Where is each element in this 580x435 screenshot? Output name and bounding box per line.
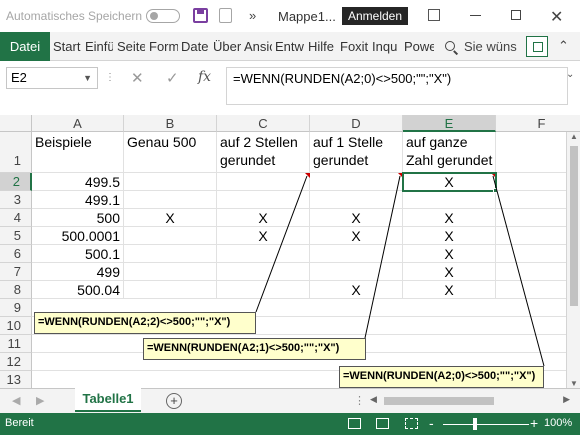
- document-title: Mappe1...: [278, 9, 336, 24]
- status-bar: Bereit - + 100%: [0, 413, 580, 435]
- touch-mode-icon[interactable]: [219, 8, 232, 23]
- expand-formula-bar-icon[interactable]: ⌄: [566, 69, 574, 80]
- cancel-icon[interactable]: ✕: [131, 69, 144, 87]
- collapse-ribbon-icon[interactable]: ⌃: [558, 38, 569, 54]
- tab-inquire[interactable]: Inqu: [372, 32, 400, 61]
- formula-bar: E2 ▼ ⋮ ✕ ✓ fx =WENN(RUNDEN(A2;0)<>500;""…: [0, 61, 580, 115]
- tab-formulas[interactable]: Form: [149, 32, 178, 61]
- normal-view-icon[interactable]: [348, 418, 361, 429]
- page-break-view-icon[interactable]: [405, 418, 418, 429]
- scroll-down-icon[interactable]: ▼: [570, 379, 578, 388]
- maximize-button[interactable]: [511, 10, 521, 20]
- tab-developer[interactable]: Entw: [275, 32, 305, 61]
- ribbon-display-options-icon[interactable]: [428, 9, 440, 21]
- tab-help[interactable]: Hilfe: [308, 32, 335, 61]
- tab-data[interactable]: Date: [181, 32, 209, 61]
- tab-view[interactable]: Ansic: [244, 32, 272, 61]
- tab-review[interactable]: Über: [213, 32, 241, 61]
- page-layout-view-icon[interactable]: [376, 418, 389, 429]
- comment-callout-c2[interactable]: =WENN(RUNDEN(A2;2)<>500;"";"X"): [34, 312, 256, 334]
- signin-button[interactable]: Anmelden: [342, 7, 408, 25]
- title-bar: Automatisches Speichern » Mappe1... Anme…: [0, 0, 580, 32]
- tell-me-search[interactable]: Sie wüns: [464, 32, 517, 61]
- tab-file[interactable]: Datei: [0, 32, 50, 61]
- zoom-slider[interactable]: [443, 424, 529, 425]
- zoom-level[interactable]: 100%: [544, 417, 572, 429]
- close-button[interactable]: ✕: [550, 7, 563, 27]
- tab-page-layout[interactable]: Seite: [117, 32, 145, 61]
- horizontal-scroll-thumb[interactable]: [384, 397, 494, 405]
- formula-input[interactable]: =WENN(RUNDEN(A2;0)<>500;"";"X"): [226, 67, 568, 105]
- comment-callout-e2[interactable]: =WENN(RUNDEN(A2;0)<>500;"";"X"): [339, 366, 544, 388]
- zoom-slider-thumb[interactable]: [473, 418, 477, 430]
- enter-icon[interactable]: ✓: [166, 69, 179, 87]
- minimize-button[interactable]: [470, 15, 481, 16]
- tab-start[interactable]: Start: [53, 32, 81, 61]
- tab-foxit[interactable]: Foxit: [340, 32, 368, 61]
- scroll-left-icon[interactable]: ◀: [370, 394, 377, 405]
- resize-handle-icon[interactable]: ⋮: [105, 72, 115, 83]
- comment-callout-d2[interactable]: =WENN(RUNDEN(A2;1)<>500;"";"X"): [143, 338, 366, 360]
- worksheet-grid: A B C D E F 1 2 3 4 5 6 7 8 9 10 11 12 1…: [0, 115, 580, 388]
- tab-split-handle-icon[interactable]: ⋮: [354, 394, 365, 407]
- connector-line-e2: [492, 175, 545, 367]
- insert-function-icon[interactable]: fx: [198, 69, 211, 85]
- quick-access-more-icon[interactable]: »: [249, 8, 256, 23]
- zoom-out-button[interactable]: -: [429, 415, 434, 431]
- sheet-tabs-bar: ◀ ▶ Tabelle1 + ⋮ ◀ ▶: [0, 388, 580, 413]
- save-icon[interactable]: [193, 8, 208, 23]
- name-box[interactable]: E2 ▼: [6, 67, 98, 89]
- add-sheet-icon[interactable]: +: [166, 393, 182, 409]
- connector-line-c2: [255, 175, 308, 313]
- tab-insert[interactable]: Einfü: [85, 32, 113, 61]
- sheet-tab-tabelle1[interactable]: Tabelle1: [75, 388, 141, 412]
- sheet-prev-icon[interactable]: ◀: [12, 394, 20, 407]
- vertical-scroll-thumb[interactable]: [570, 146, 578, 306]
- vertical-scrollbar[interactable]: ▲ ▼: [566, 132, 580, 388]
- status-ready: Bereit: [5, 417, 34, 429]
- autosave-label: Automatisches Speichern: [6, 9, 143, 23]
- search-icon[interactable]: [445, 41, 455, 51]
- tab-power-pivot[interactable]: Powe: [404, 32, 434, 61]
- scroll-up-icon[interactable]: ▲: [570, 132, 578, 141]
- horizontal-scrollbar[interactable]: ◀ ▶: [370, 394, 570, 408]
- zoom-in-button[interactable]: +: [530, 415, 538, 431]
- sheet-next-icon[interactable]: ▶: [36, 394, 44, 407]
- autosave-toggle[interactable]: [146, 9, 180, 23]
- name-box-value: E2: [11, 70, 27, 85]
- ribbon-tabs: Datei Start Einfü Seite Form Date Über A…: [0, 32, 580, 61]
- connector-line-d2: [364, 175, 401, 339]
- scroll-right-icon[interactable]: ▶: [563, 394, 570, 405]
- chevron-down-icon[interactable]: ▼: [83, 68, 92, 88]
- share-icon[interactable]: [526, 36, 548, 57]
